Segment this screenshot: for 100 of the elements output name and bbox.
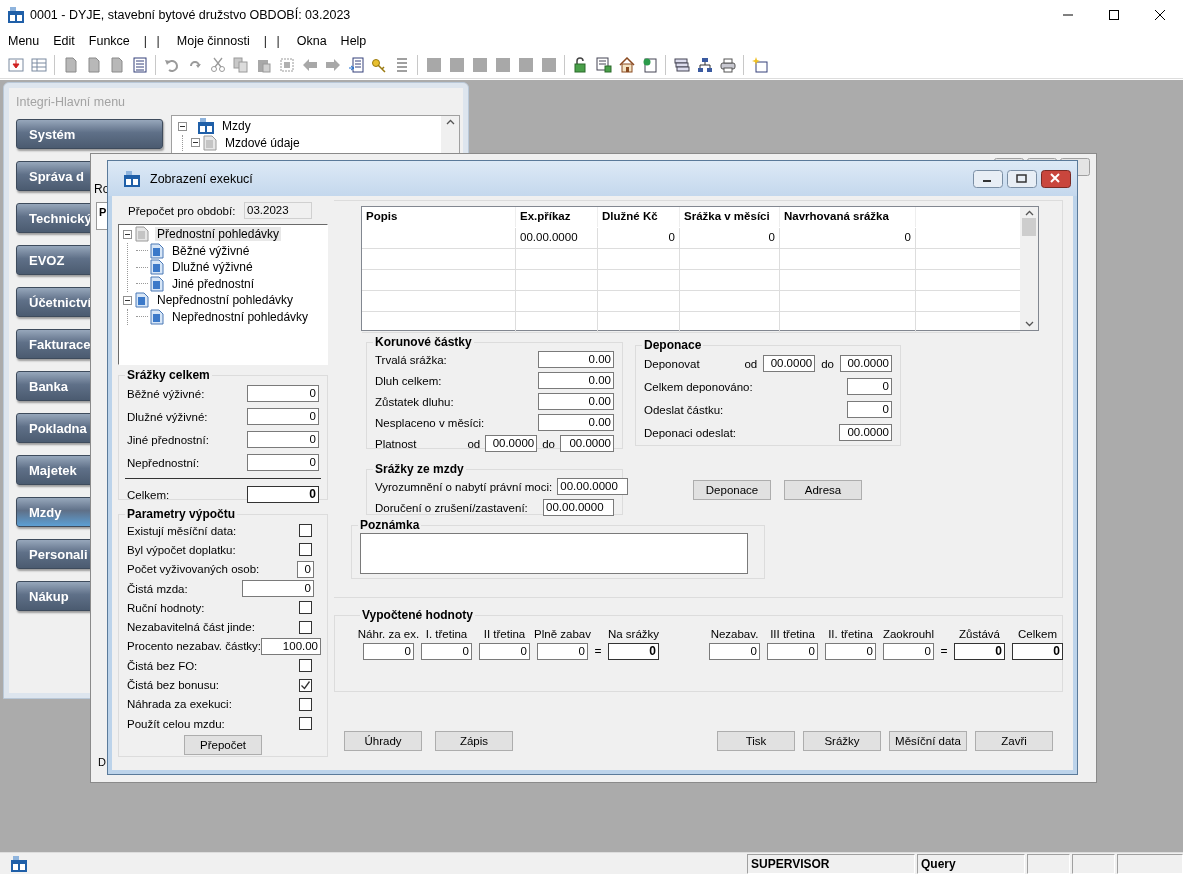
list-arrow-icon[interactable] <box>347 57 364 73</box>
collapse-icon[interactable] <box>123 295 132 305</box>
recalculate-button[interactable]: Přepočet <box>184 735 262 756</box>
collapse-icon[interactable] <box>191 138 200 148</box>
value-field[interactable]: 0 <box>479 643 530 660</box>
scissors-icon[interactable] <box>209 57 226 73</box>
checkbox[interactable] <box>299 601 312 615</box>
printer-icon[interactable] <box>719 57 736 73</box>
maximize-icon[interactable] <box>1109 10 1119 20</box>
date-field[interactable]: 00.0000 <box>485 435 538 452</box>
date-field[interactable]: 00.00.0000 <box>543 499 614 516</box>
right-arrow-icon[interactable] <box>324 57 341 73</box>
checkbox[interactable] <box>299 543 312 557</box>
minimize-button[interactable] <box>973 169 1003 188</box>
menu-item[interactable]: Edit <box>53 34 75 48</box>
stack-icon[interactable] <box>673 57 690 73</box>
square-icon[interactable] <box>425 57 442 73</box>
checkbox[interactable] <box>299 659 312 673</box>
value-field[interactable]: 0 <box>421 643 472 660</box>
house-icon[interactable] <box>618 57 635 73</box>
amount-field[interactable]: 0.00 <box>538 372 614 389</box>
scroll-up-icon[interactable] <box>445 119 455 125</box>
value-field[interactable]: 0 <box>767 643 818 660</box>
record-button[interactable]: Zápis <box>435 731 513 751</box>
value-field[interactable]: 0 <box>537 643 588 660</box>
amount-field[interactable]: 0.00 <box>538 414 614 431</box>
tree-item[interactable]: Přednostní pohledávky <box>155 227 282 242</box>
total-field[interactable]: 0 <box>1012 643 1063 660</box>
amount-field[interactable]: 0.00 <box>538 393 614 410</box>
table-icon[interactable] <box>30 57 47 73</box>
value-field[interactable]: 0 <box>709 643 760 660</box>
checkbox[interactable] <box>299 524 312 538</box>
value-field[interactable]: 0 <box>883 643 934 660</box>
menu-item[interactable]: Help <box>340 34 367 48</box>
document-icon[interactable] <box>85 57 102 73</box>
tree-item[interactable]: Jiné přednostní <box>170 276 257 291</box>
amount-field[interactable]: 0 <box>247 385 319 402</box>
amount-field[interactable]: 0 <box>247 408 319 425</box>
square-icon[interactable] <box>448 57 465 73</box>
square-icon[interactable] <box>540 57 557 73</box>
square-icon[interactable] <box>471 57 488 73</box>
menu-item[interactable]: Moje činnosti <box>176 34 250 48</box>
total-field[interactable]: 0 <box>247 486 319 503</box>
date-field[interactable]: 00.00.0000 <box>557 478 629 495</box>
scroll-up-icon[interactable] <box>1024 210 1034 216</box>
key-icon[interactable] <box>370 57 387 73</box>
checkbox[interactable] <box>299 678 312 692</box>
deductions-button[interactable]: Srážky <box>803 731 881 751</box>
print-button[interactable]: Tisk <box>717 731 795 751</box>
close-button[interactable]: Zavři <box>975 731 1053 751</box>
deposit-button[interactable]: Deponace <box>693 480 771 500</box>
document-icon[interactable] <box>108 57 125 73</box>
sparkle-document-icon[interactable] <box>751 57 768 73</box>
tree-item[interactable]: Mzdové údaje <box>223 135 302 150</box>
tree-item[interactable]: Dlužné výživné <box>170 260 255 275</box>
square-icon[interactable] <box>517 57 534 73</box>
square-icon[interactable] <box>494 57 511 73</box>
checkbox[interactable] <box>299 620 312 634</box>
monthly-data-button[interactable]: Měsíční data <box>889 731 967 751</box>
menu-button[interactable]: Systém <box>16 119 163 149</box>
menu-item[interactable]: Funkce <box>88 34 130 48</box>
tree-item[interactable]: Běžné výživné <box>170 243 252 258</box>
amount-field[interactable]: 0 <box>247 454 319 471</box>
period-field[interactable]: 03.2023 <box>244 202 312 219</box>
payments-button[interactable]: Úhrady <box>344 731 422 751</box>
note-field[interactable] <box>360 533 748 574</box>
amount-field[interactable]: 0 <box>247 431 319 448</box>
document-icon[interactable] <box>62 57 79 73</box>
locked-document-icon[interactable] <box>595 57 612 73</box>
scroll-down-icon[interactable] <box>1024 321 1034 327</box>
tree-item[interactable]: Mzdy <box>220 119 253 134</box>
menu-item[interactable]: Okna <box>296 34 327 48</box>
result-field[interactable]: 0 <box>954 643 1005 660</box>
close-button[interactable] <box>1041 169 1071 188</box>
date-field[interactable]: 00.0000 <box>840 355 892 372</box>
maximize-button[interactable] <box>1007 169 1037 188</box>
date-field[interactable]: 00.0000 <box>763 355 816 372</box>
value-field[interactable]: 0 <box>825 643 876 660</box>
page-icon[interactable] <box>641 57 658 73</box>
undo-icon[interactable] <box>163 57 180 73</box>
date-field[interactable]: 00.0000 <box>560 435 614 452</box>
left-arrow-icon[interactable] <box>301 57 318 73</box>
menu-item[interactable]: Menu <box>8 34 40 48</box>
collapse-icon[interactable] <box>178 121 187 131</box>
percent-field[interactable]: 100.00 <box>261 637 322 655</box>
checkbox[interactable] <box>299 697 312 711</box>
paste-icon[interactable] <box>255 57 272 73</box>
amount-field[interactable]: 0 <box>847 401 892 418</box>
scrollbar-thumb[interactable] <box>1022 218 1036 236</box>
tree-item[interactable]: Nepřednostní pohledávky <box>170 309 311 324</box>
amount-field[interactable]: 0 <box>847 378 892 395</box>
list-icon[interactable] <box>131 57 148 73</box>
amount-field[interactable]: 0 <box>242 580 314 598</box>
collapse-icon[interactable] <box>123 229 132 239</box>
amount-field[interactable]: 0.00 <box>538 351 614 368</box>
download-card-icon[interactable] <box>7 57 24 73</box>
result-field[interactable]: 0 <box>608 643 659 660</box>
checkbox[interactable] <box>299 717 312 731</box>
padlock-icon[interactable] <box>572 57 589 73</box>
close-icon[interactable] <box>1155 10 1165 20</box>
